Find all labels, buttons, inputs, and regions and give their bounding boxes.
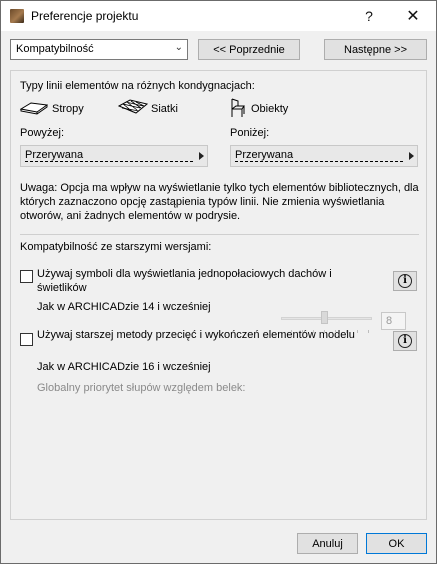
divider xyxy=(20,234,419,235)
above-line-type-value: Przerywana xyxy=(25,149,84,161)
priority-slider-thumb[interactable] xyxy=(321,311,328,324)
slab-icon xyxy=(20,102,48,115)
slider-tick xyxy=(335,330,336,333)
mesh-icon xyxy=(118,99,148,114)
cancel-button[interactable]: Anuluj xyxy=(297,533,358,554)
symbols-sub-label: Jak w ARCHICADzie 14 i wcześniej xyxy=(37,301,211,313)
slider-tick xyxy=(302,330,303,333)
slider-tick xyxy=(324,330,325,333)
symbols-checkbox-label: Używaj symboli dla wyświetlania jednopoł… xyxy=(37,268,332,294)
help-button[interactable]: ? xyxy=(347,1,391,31)
legacy-intersection-sub-label: Jak w ARCHICADzie 16 i wcześniej xyxy=(37,361,211,373)
compat-heading: Kompatybilność ze starszymi wersjami: xyxy=(20,241,212,253)
previous-button[interactable]: << Poprzednie xyxy=(198,39,300,60)
title-bar: Preferencje projektu ? ✕ xyxy=(1,1,436,31)
slab-label: Stropy xyxy=(52,103,84,115)
arrow-right-icon xyxy=(409,152,414,160)
above-label: Powyżej: xyxy=(20,127,65,139)
object-label: Obiekty xyxy=(251,103,289,115)
page-select[interactable]: Kompatybilność ⌄ xyxy=(10,39,188,60)
window-title: Preferencje projektu xyxy=(31,9,139,23)
slider-tick xyxy=(313,330,314,333)
page-select-value: Kompatybilność xyxy=(16,43,94,55)
legacy-intersection-checkbox[interactable] xyxy=(20,333,33,346)
preferences-dialog: Preferencje projektu ? ✕ Kompatybilność … xyxy=(0,0,437,564)
priority-label: Globalny priorytet słupów względem belek… xyxy=(37,382,246,394)
below-label: Poniżej: xyxy=(230,127,270,139)
ok-button[interactable]: OK xyxy=(366,533,427,554)
legacy-intersection-label: Używaj starszej metody przecięć i wykońc… xyxy=(37,329,355,341)
arrow-right-icon xyxy=(199,152,204,160)
legacy-intersection-info-button[interactable]: i xyxy=(393,331,417,351)
symbols-checkbox[interactable] xyxy=(20,270,33,283)
slider-tick xyxy=(357,330,358,333)
object-chair-icon xyxy=(231,98,245,117)
mesh-label: Siatki xyxy=(151,103,178,115)
above-line-type-picker[interactable]: Przerywana xyxy=(20,145,208,167)
below-line-type-value: Przerywana xyxy=(235,149,294,161)
slider-tick xyxy=(368,330,369,333)
next-button[interactable]: Następne >> xyxy=(324,39,427,60)
slider-tick xyxy=(291,330,292,333)
info-icon: i xyxy=(398,274,412,288)
dashed-line-preview xyxy=(235,161,403,162)
settings-panel: Typy linii elementów na różnych kondygna… xyxy=(10,70,427,520)
line-types-heading: Typy linii elementów na różnych kondygna… xyxy=(20,80,255,92)
info-icon: i xyxy=(398,334,412,348)
note-text: Uwaga: Opcja ma wpływ na wyświetlanie ty… xyxy=(20,182,419,222)
close-button[interactable]: ✕ xyxy=(391,1,435,31)
below-line-type-picker[interactable]: Przerywana xyxy=(230,145,418,167)
archicad-icon xyxy=(10,9,24,23)
slider-tick xyxy=(346,330,347,333)
symbols-info-button[interactable]: i xyxy=(393,271,417,291)
priority-value-field[interactable]: 8 xyxy=(381,312,406,330)
dashed-line-preview xyxy=(25,161,193,162)
chevron-down-icon: ⌄ xyxy=(174,42,183,53)
